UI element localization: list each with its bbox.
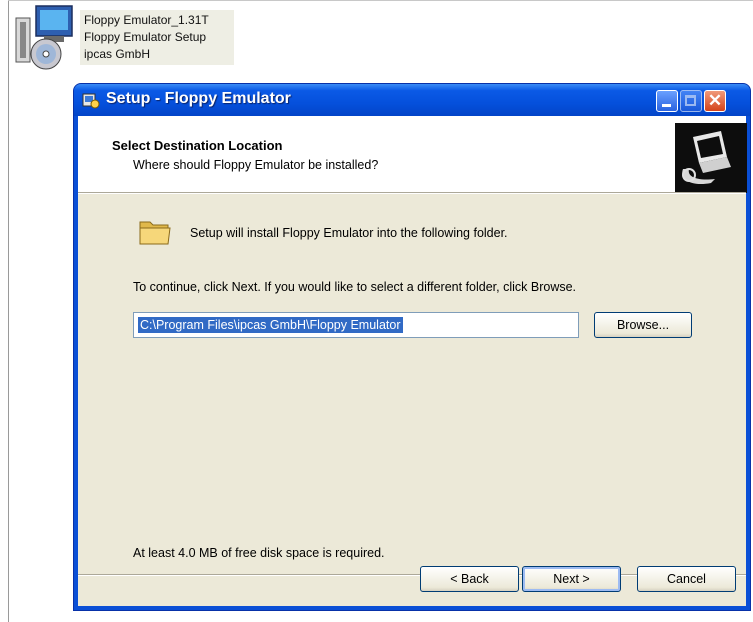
wizard-header: Select Destination Location Where should… — [78, 116, 747, 193]
frame-left-line — [8, 0, 9, 622]
title-bar[interactable]: Setup - Floppy Emulator ✕ — [74, 84, 750, 116]
minimize-icon — [662, 104, 671, 107]
cancel-button[interactable]: Cancel — [637, 566, 736, 592]
maximize-button[interactable] — [680, 90, 702, 112]
disk-space-requirement: At least 4.0 MB of free disk space is re… — [133, 546, 385, 560]
folder-icon — [139, 221, 171, 245]
next-button[interactable]: Next > — [522, 566, 621, 592]
close-button[interactable]: ✕ — [704, 90, 726, 112]
destination-path-value: C:\Program Files\ipcas GmbH\Floppy Emula… — [138, 317, 403, 333]
installer-file-label[interactable]: Floppy Emulator_1.31T Floppy Emulator Se… — [80, 10, 234, 65]
back-button[interactable]: < Back — [420, 566, 519, 592]
setup-window: Setup - Floppy Emulator ✕ Select Destina… — [74, 84, 750, 610]
file-company-line: ipcas GmbH — [84, 47, 151, 61]
maximize-icon — [685, 95, 696, 106]
install-intro-text: Setup will install Floppy Emulator into … — [190, 226, 508, 240]
file-name-line: Floppy Emulator_1.31T — [84, 13, 209, 27]
dialog-client-area: Select Destination Location Where should… — [78, 116, 747, 606]
header-divider-highlight — [78, 193, 746, 194]
browse-button[interactable]: Browse... — [594, 312, 692, 338]
window-title: Setup - Floppy Emulator — [106, 90, 291, 107]
setup-app-icon — [82, 93, 100, 109]
destination-path-input[interactable]: C:\Program Files\ipcas GmbH\Floppy Emula… — [133, 312, 579, 338]
computer-install-icon — [675, 123, 747, 193]
installer-disc-icon[interactable] — [14, 4, 76, 70]
page-subtitle: Where should Floppy Emulator be installe… — [133, 158, 379, 172]
close-icon: ✕ — [707, 91, 723, 110]
minimize-button[interactable] — [656, 90, 678, 112]
file-description-line: Floppy Emulator Setup — [84, 30, 207, 44]
frame-top-line — [8, 0, 753, 1]
page-title: Select Destination Location — [112, 138, 283, 153]
continue-instructions: To continue, click Next. If you would li… — [133, 280, 577, 294]
